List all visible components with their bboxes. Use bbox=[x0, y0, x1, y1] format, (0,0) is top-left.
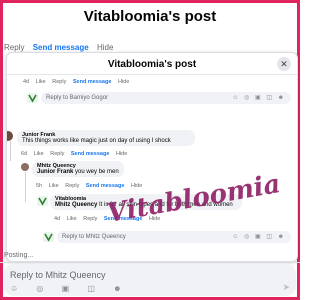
send-message-link[interactable]: Send message bbox=[71, 151, 110, 157]
comment-bubble-junior: Junior Frank This things works like magi… bbox=[17, 130, 195, 146]
posting-status: Posting... bbox=[4, 252, 34, 259]
hide-link[interactable]: Hide bbox=[118, 79, 129, 85]
hide-link[interactable]: Hide bbox=[149, 216, 160, 222]
reply-placeholder: Reply to Bamiyo Gogor bbox=[46, 95, 109, 101]
composer-icons[interactable]: ☺ ◎ ▣ ◫ ☻ bbox=[10, 284, 130, 293]
reply-link[interactable]: Reply bbox=[4, 43, 24, 52]
composer-icons[interactable]: ☺ ◎ ▣ ◫ ☻ bbox=[232, 92, 286, 104]
reply-input-mhitz[interactable]: Reply to Mhitz Queency ☺ ◎ ▣ ◫ ☻ bbox=[57, 231, 291, 243]
like-link[interactable]: Like bbox=[34, 151, 44, 157]
reply-placeholder: Reply to Mhitz Queency bbox=[10, 270, 106, 280]
frame-border-top bbox=[0, 0, 300, 3]
post-dialog: Vitabloomia's post ✕ 4d Like Reply Send … bbox=[6, 52, 298, 262]
hide-link[interactable]: Hide bbox=[131, 183, 142, 189]
dialog-divider bbox=[7, 74, 297, 75]
close-icon[interactable]: ✕ bbox=[277, 57, 291, 71]
post-header-title: Vitabloomia's post bbox=[83, 8, 217, 25]
thread-line bbox=[25, 172, 26, 202]
comment-time: 6d bbox=[21, 151, 28, 157]
hide-link[interactable]: Hide bbox=[97, 43, 113, 52]
like-link[interactable]: Like bbox=[67, 216, 77, 222]
background-comment-actions: Reply Send message Hide bbox=[4, 43, 119, 52]
comment-text: It is for all skin types and for both me… bbox=[97, 202, 233, 208]
send-message-link[interactable]: Send message bbox=[73, 79, 112, 85]
vitabloomia-logo-icon bbox=[37, 196, 48, 206]
composer-icons[interactable]: ☺ ◎ ▣ ◫ ☻ bbox=[232, 231, 286, 243]
comment-bubble-vitabloomia: Vitabloomia Mhitz Queency It is for all … bbox=[50, 194, 242, 210]
mention-link[interactable]: Mhitz Queency bbox=[55, 202, 97, 208]
comment-text: This things works like magic just on day… bbox=[22, 138, 171, 144]
hide-link[interactable]: Hide bbox=[116, 151, 127, 157]
send-icon[interactable]: ➤ bbox=[282, 282, 290, 293]
like-link[interactable]: Like bbox=[49, 183, 59, 189]
vitabloomia-logo-icon bbox=[27, 93, 38, 103]
mhitz-comment-actions: 5h Like Reply Send message Hide bbox=[36, 183, 147, 189]
vitabloomia-reply-actions: 4d Like Reply Send message Hide bbox=[54, 216, 165, 222]
composer-divider bbox=[0, 262, 300, 263]
avatar[interactable] bbox=[21, 163, 29, 171]
reply-link[interactable]: Reply bbox=[50, 151, 64, 157]
mention-link[interactable]: Junior Frank bbox=[37, 169, 73, 175]
dialog-title: Vitabloomia's post bbox=[107, 59, 197, 70]
top-comment-actions: 4d Like Reply Send message Hide bbox=[23, 79, 134, 85]
send-message-link[interactable]: Send message bbox=[86, 183, 125, 189]
junior-comment-actions: 6d Like Reply Send message Hide bbox=[21, 151, 132, 157]
vitabloomia-logo-icon bbox=[43, 232, 54, 242]
reply-placeholder: Reply to Mhitz Queency bbox=[62, 234, 126, 240]
thread-line bbox=[10, 141, 11, 161]
comment-time: 4d bbox=[54, 216, 61, 222]
comment-time: 5h bbox=[36, 183, 43, 189]
comment-text: you wey be men bbox=[73, 169, 119, 175]
send-message-link[interactable]: Send message bbox=[33, 43, 89, 52]
reply-input-bamiyo[interactable]: Reply to Bamiyo Gogor ☺ ◎ ▣ ◫ ☻ bbox=[41, 92, 291, 104]
bottom-reply-composer[interactable]: Reply to Mhitz Queency ☺ ◎ ▣ ◫ ☻ ➤ bbox=[4, 264, 296, 296]
comment-time: 4d bbox=[23, 79, 30, 85]
reply-link[interactable]: Reply bbox=[83, 216, 97, 222]
reply-link[interactable]: Reply bbox=[52, 79, 66, 85]
avatar[interactable] bbox=[7, 131, 13, 141]
send-message-link[interactable]: Send message bbox=[104, 216, 143, 222]
reply-link[interactable]: Reply bbox=[65, 183, 79, 189]
comment-bubble-mhitz: Mhitz Queency Junior Frank you wey be me… bbox=[32, 161, 124, 177]
frame-border-left bbox=[0, 0, 3, 300]
like-link[interactable]: Like bbox=[36, 79, 46, 85]
